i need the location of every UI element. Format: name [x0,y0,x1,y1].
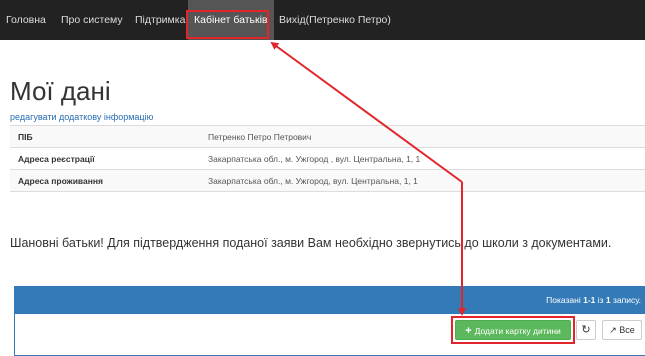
nav-home[interactable]: Головна [6,0,46,40]
row-value: Закарпатська обл., м. Ужгород, вул. Цент… [200,169,645,192]
refresh-button[interactable]: ↻ [576,320,596,340]
summary-mid: із [595,295,606,305]
annotation-highlight-add-button [451,316,575,344]
refresh-icon: ↻ [581,324,591,336]
top-navbar: Головна Про систему Підтримка Кабінет ба… [0,0,645,40]
personal-info-table: ПІБ Петренко Петро Петрович Адреса реєст… [10,125,645,192]
grid-panel-heading: Показані 1-1 із 1 запису. [15,287,645,314]
nav-support[interactable]: Підтримка [135,0,185,40]
row-value: Петренко Петро Петрович [200,125,645,148]
row-label: ПІБ [10,125,200,148]
expand-icon: ↗ [609,325,617,335]
annotation-highlight-nav [186,10,269,39]
nav-about[interactable]: Про систему [61,0,123,40]
row-label: Адреса проживання [10,169,200,192]
summary-range: 1-1 [583,295,596,305]
page-title: Мої дані [10,76,111,106]
show-all-label: Все [619,325,635,335]
edit-info-link[interactable]: редагувати додаткову інформацію [10,112,153,122]
row-label: Адреса реєстрації [10,147,200,170]
nav-logout[interactable]: Вихід(Петренко Петро) [279,0,391,40]
show-all-button[interactable]: ↗ Все [602,320,642,340]
grid-summary: Показані 1-1 із 1 запису. [546,287,641,314]
table-row: Адреса проживання Закарпатська обл., м. … [10,169,645,192]
summary-prefix: Показані [546,295,584,305]
notice-text: Шановні батьки! Для підтвердження подано… [10,236,612,250]
table-row: ПІБ Петренко Петро Петрович [10,125,645,148]
summary-suffix: запису. [610,295,641,305]
row-value: Закарпатська обл., м. Ужгород , вул. Цен… [200,147,645,170]
table-row: Адреса реєстрації Закарпатська обл., м. … [10,147,645,170]
